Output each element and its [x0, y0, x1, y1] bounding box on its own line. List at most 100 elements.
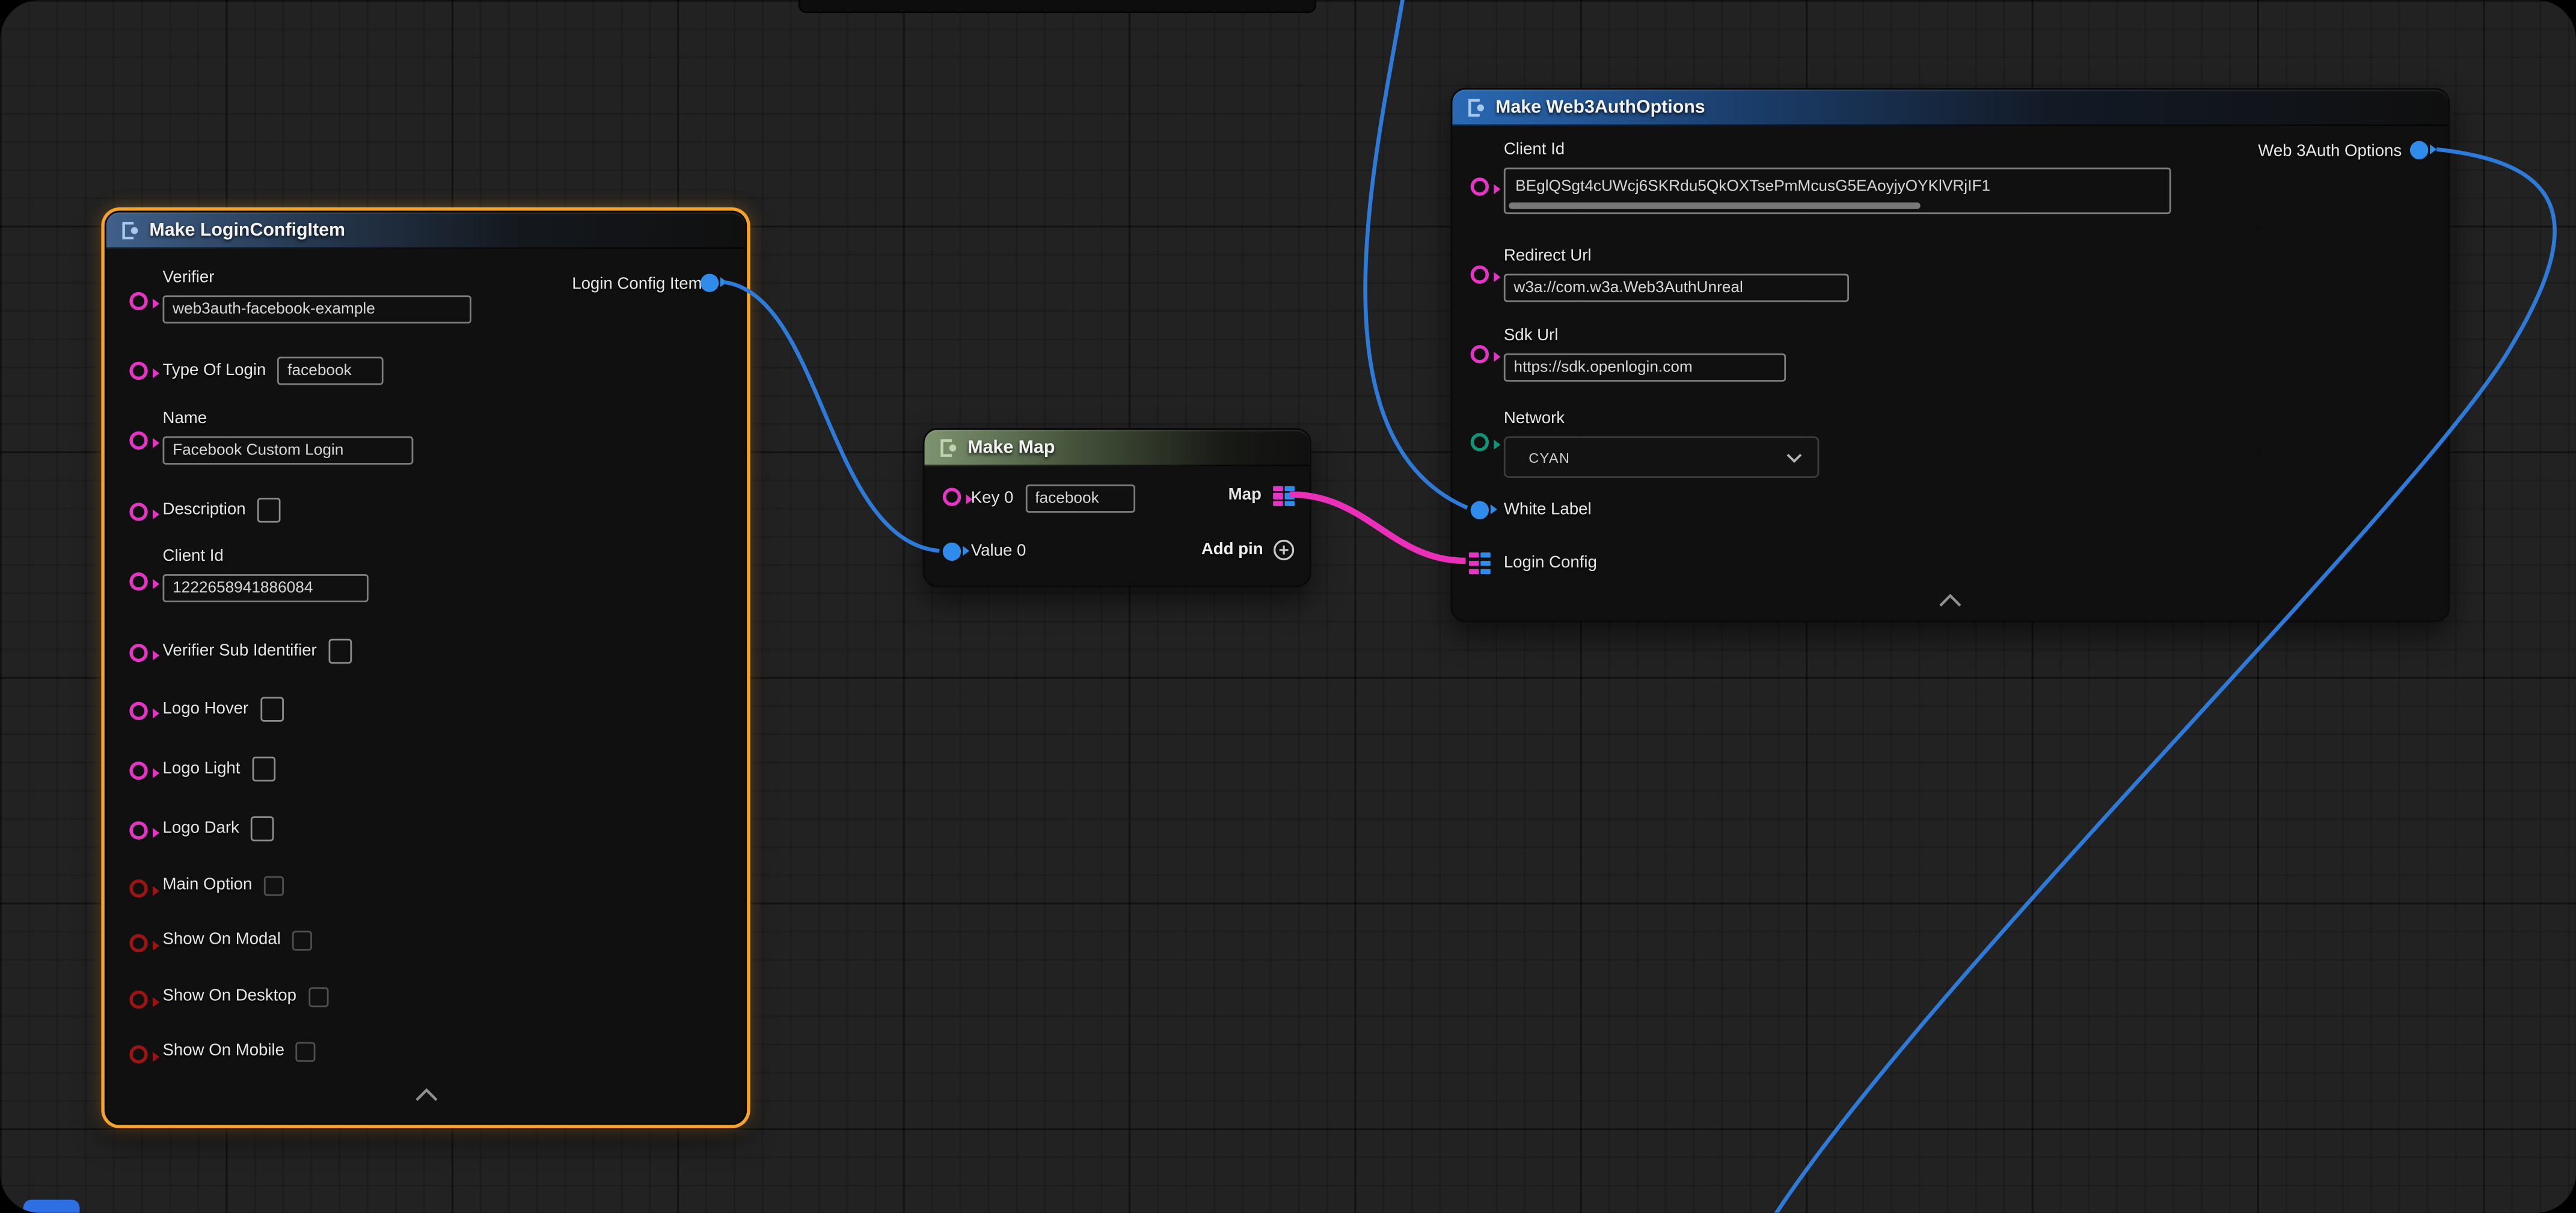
pin-label: Logo Light — [163, 757, 241, 781]
collapse-chevron-icon — [1939, 594, 1962, 607]
pin-login-config-item-output[interactable] — [701, 273, 719, 292]
pin-row-network: Network CYAN — [1504, 408, 1819, 478]
pin-label: Type Of Login — [163, 359, 266, 383]
pin-main-option[interactable] — [129, 879, 147, 897]
pin-row-main-option: Main Option — [163, 875, 284, 898]
add-pin-label: Add pin — [1201, 541, 1263, 559]
pin-label: Redirect Url — [1504, 246, 1592, 269]
node-title: Make LoginConfigItem — [149, 220, 345, 240]
pin-label: Verifier — [163, 267, 215, 290]
pin-label: Show On Desktop — [163, 986, 297, 1009]
pin-verifier-sub-identifier[interactable] — [129, 644, 147, 662]
pin-map-output[interactable] — [1273, 485, 1295, 507]
pin-web3auth-options-output[interactable] — [2410, 141, 2428, 159]
pin-label: White Label — [1504, 500, 1592, 523]
pin-show-on-mobile[interactable] — [129, 1045, 147, 1063]
client-id-input[interactable] — [163, 574, 369, 602]
pin-row-show-on-mobile: Show On Mobile — [163, 1040, 316, 1064]
make-map-icon — [938, 437, 958, 457]
show-on-desktop-checkbox[interactable] — [308, 987, 328, 1007]
description-input[interactable] — [257, 498, 281, 522]
pin-client-id[interactable] — [129, 572, 147, 590]
pin-redirect-url[interactable] — [1471, 266, 1489, 284]
pin-row-login-config: Login Config — [1504, 552, 1597, 576]
pin-row-name: Name — [163, 408, 414, 465]
advanced-pins-toggle[interactable] — [106, 1089, 746, 1102]
make-struct-icon — [1465, 97, 1485, 117]
verifier-input[interactable] — [163, 295, 471, 323]
pin-row-logo-hover: Logo Hover — [163, 697, 284, 721]
wire-map-to-login-config[interactable] — [1290, 495, 1466, 561]
pin-sdk-url[interactable] — [1471, 345, 1489, 363]
node-title: Make Map — [968, 437, 1055, 457]
pin-show-on-desktop[interactable] — [129, 991, 147, 1009]
pin-row-value-0: Value 0 — [971, 541, 1026, 564]
key-0-input[interactable] — [1025, 484, 1135, 513]
pin-label: Show On Modal — [163, 929, 281, 953]
pin-row-client-id: Client Id — [163, 546, 369, 602]
client-id-input[interactable] — [1506, 173, 2170, 200]
pin-network[interactable] — [1471, 433, 1489, 451]
node-make-web3authoptions[interactable]: Make Web3AuthOptions Web 3Auth Options C… — [1451, 88, 2450, 622]
pin-row-type-of-login: Type Of Login — [163, 356, 384, 385]
offscreen-node-edge — [799, 0, 1316, 13]
node-header[interactable]: Make Web3AuthOptions — [1452, 90, 2448, 126]
type-of-login-input[interactable] — [278, 356, 384, 385]
pin-label: Sdk Url — [1504, 325, 1559, 349]
chevron-down-icon — [1786, 452, 1803, 462]
pin-value-0[interactable] — [943, 543, 961, 561]
pin-row-description: Description — [163, 498, 281, 522]
advanced-pins-toggle[interactable] — [1452, 594, 2448, 607]
logo-light-input[interactable] — [252, 757, 275, 781]
node-header[interactable]: Make LoginConfigItem — [106, 212, 746, 249]
pin-row-verifier-sub-identifier: Verifier Sub Identifier — [163, 639, 352, 664]
pin-description[interactable] — [129, 503, 147, 521]
pin-logo-dark[interactable] — [129, 821, 147, 839]
main-option-checkbox[interactable] — [264, 876, 284, 896]
node-make-map[interactable]: Make Map Key 0 Map Value 0 Add pin — [923, 428, 1311, 587]
pin-client-id[interactable] — [1471, 177, 1489, 195]
pin-show-on-modal[interactable] — [129, 934, 147, 952]
pin-key-0[interactable] — [943, 488, 961, 506]
client-id-scrollbar[interactable] — [1509, 203, 1921, 209]
blueprint-editor: Make LoginConfigItem Login Config Item V… — [0, 0, 2576, 1213]
pin-verifier[interactable] — [129, 292, 147, 310]
collapse-chevron-icon — [414, 1089, 438, 1102]
pin-row-logo-light: Logo Light — [163, 757, 275, 781]
blueprint-graph-canvas[interactable]: Make LoginConfigItem Login Config Item V… — [0, 0, 2576, 1213]
logo-dark-input[interactable] — [251, 816, 274, 841]
show-on-mobile-checkbox[interactable] — [296, 1042, 316, 1062]
pin-label: Main Option — [163, 875, 253, 898]
pin-row-show-on-desktop: Show On Desktop — [163, 986, 328, 1009]
name-input[interactable] — [163, 436, 414, 465]
redirect-url-input[interactable] — [1504, 273, 1849, 302]
verifier-sub-identifier-input[interactable] — [328, 639, 352, 664]
pin-row-sdk-url: Sdk Url — [1504, 325, 1786, 382]
pin-row-key-0: Key 0 — [971, 484, 1135, 513]
wire-loginconfigitem-to-value0[interactable] — [723, 282, 939, 551]
pin-row-verifier: Verifier — [163, 267, 471, 323]
logo-hover-input[interactable] — [260, 697, 284, 721]
pin-label: Client Id — [163, 546, 224, 569]
pin-white-label[interactable] — [1471, 501, 1489, 519]
pin-label: Logo Dark — [163, 817, 239, 840]
pin-logo-light[interactable] — [129, 762, 147, 780]
pin-logo-hover[interactable] — [129, 702, 147, 720]
pin-label: Map — [1228, 484, 1262, 508]
pin-label: Network — [1504, 408, 1565, 432]
network-selected-value: CYAN — [1529, 449, 1570, 466]
add-pin-button[interactable]: Add pin — [1201, 539, 1295, 561]
pin-name[interactable] — [129, 432, 147, 450]
make-struct-icon — [120, 220, 140, 240]
pin-label: Show On Mobile — [163, 1040, 285, 1064]
network-dropdown[interactable]: CYAN — [1504, 436, 1819, 478]
sdk-url-input[interactable] — [1504, 353, 1786, 382]
pin-login-config[interactable] — [1469, 552, 1491, 574]
pin-type-of-login[interactable] — [129, 362, 147, 380]
output-label: Web 3Auth Options — [2258, 141, 2402, 165]
node-make-loginconfigitem[interactable]: Make LoginConfigItem Login Config Item V… — [105, 211, 747, 1125]
show-on-modal-checkbox[interactable] — [292, 931, 312, 951]
node-header[interactable]: Make Map — [924, 430, 1309, 466]
client-id-box — [1504, 168, 2171, 214]
pin-label: Logo Hover — [163, 698, 249, 721]
